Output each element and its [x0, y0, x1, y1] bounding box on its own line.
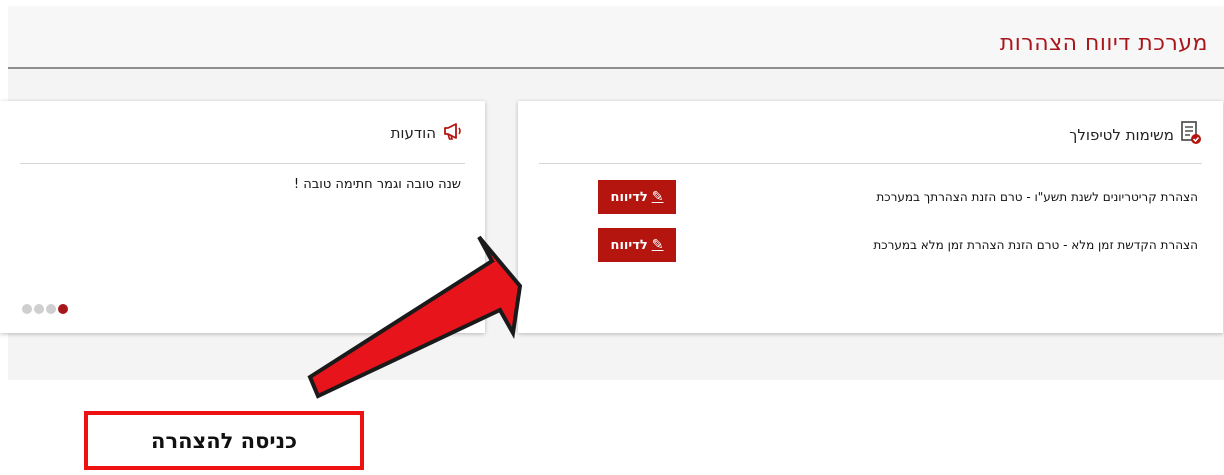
report-button[interactable]: ✎ לדיווח — [598, 180, 676, 214]
divider — [539, 163, 1202, 164]
news-panel-header: הודעות — [391, 121, 464, 145]
annotation-callout: כניסה להצהרה — [84, 411, 364, 470]
news-message: שנה טובה וגמר חתימה טובה ! — [293, 177, 461, 192]
app-header: מערכת דיווח הצהרות — [8, 6, 1224, 69]
task-row: הצהרת הקדשת זמן מלא - טרם הזנת הצהרת זמן… — [598, 228, 1198, 262]
carousel-dots — [22, 304, 68, 314]
carousel-dot[interactable] — [46, 304, 56, 314]
tasks-panel-header: משימות לטיפולך — [1069, 121, 1202, 149]
carousel-dot-active[interactable] — [58, 304, 68, 314]
page-title: מערכת דיווח הצהרות — [999, 31, 1208, 56]
task-text: הצהרת קריטריונים לשנת תשע"ו - טרם הזנת ה… — [876, 190, 1198, 204]
report-button-label: לדיווח — [610, 237, 648, 253]
megaphone-icon — [442, 121, 464, 145]
report-button-label: לדיווח — [610, 189, 648, 205]
tasks-panel-title: משימות לטיפולך — [1069, 126, 1174, 144]
task-row: הצהרת קריטריונים לשנת תשע"ו - טרם הזנת ה… — [598, 180, 1198, 214]
pencil-icon: ✎ — [651, 189, 664, 205]
document-check-icon — [1180, 121, 1202, 149]
callout-label: כניסה להצהרה — [151, 428, 297, 453]
news-panel: הודעות שנה טובה וגמר חתימה טובה ! — [0, 101, 485, 333]
report-button[interactable]: ✎ לדיווח — [598, 228, 676, 262]
news-panel-title: הודעות — [390, 124, 436, 142]
pencil-icon: ✎ — [651, 237, 664, 253]
task-text: הצהרת הקדשת זמן מלא - טרם הזנת הצהרת זמן… — [873, 238, 1198, 252]
divider — [20, 163, 465, 164]
tasks-panel: משימות לטיפולך הצהרת קריטריונים לשנת תשע… — [518, 101, 1223, 333]
carousel-dot[interactable] — [34, 304, 44, 314]
carousel-dot[interactable] — [22, 304, 32, 314]
